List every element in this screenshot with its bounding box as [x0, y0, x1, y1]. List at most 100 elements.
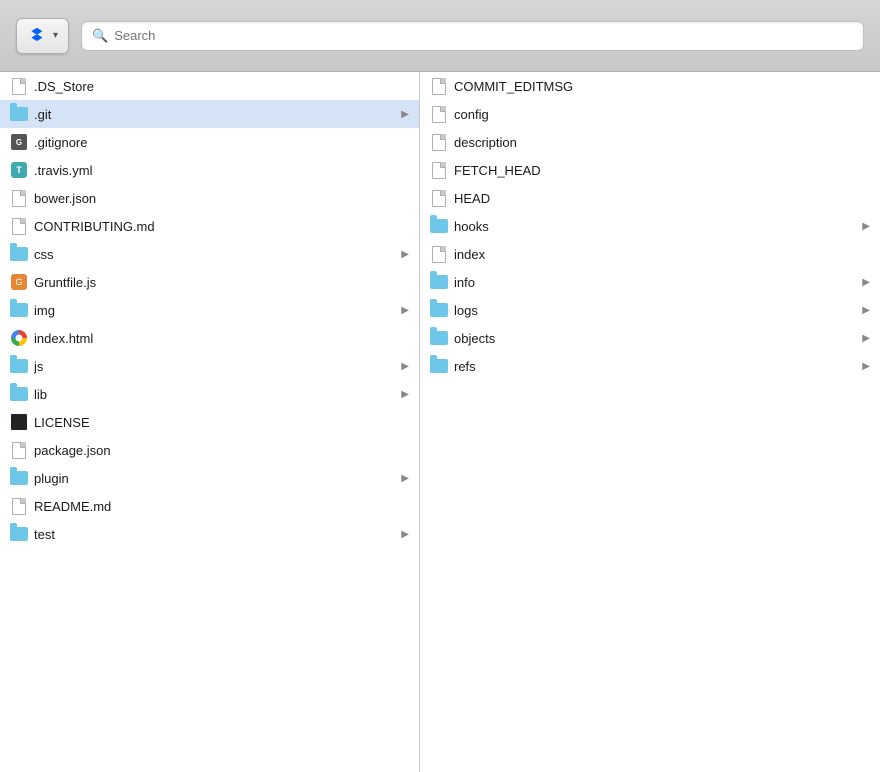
toolbar: ▾ 🔍: [0, 0, 880, 72]
item-name: COMMIT_EDITMSG: [454, 79, 870, 94]
item-icon: [10, 245, 28, 263]
item-icon: [430, 273, 448, 291]
file-icon: [12, 442, 26, 459]
file-icon: [12, 218, 26, 235]
list-item[interactable]: T .travis.yml: [0, 156, 419, 184]
item-icon: [430, 105, 448, 123]
folder-icon: [10, 303, 28, 317]
list-item[interactable]: index: [420, 240, 880, 268]
list-item[interactable]: .DS_Store: [0, 72, 419, 100]
item-icon: [10, 301, 28, 319]
folder-icon: [430, 331, 448, 345]
list-item[interactable]: index.html: [0, 324, 419, 352]
list-item[interactable]: CONTRIBUTING.md: [0, 212, 419, 240]
dropbox-button[interactable]: ▾: [16, 18, 69, 54]
item-icon: [10, 329, 28, 347]
item-name: index.html: [34, 331, 409, 346]
folder-icon: [10, 107, 28, 121]
list-item[interactable]: COMMIT_EDITMSG: [420, 72, 880, 100]
folder-icon: [10, 247, 28, 261]
list-item[interactable]: img ▶: [0, 296, 419, 324]
item-icon: G: [10, 273, 28, 291]
list-item[interactable]: G Gruntfile.js: [0, 268, 419, 296]
chrome-icon: [11, 330, 27, 346]
item-icon: [10, 77, 28, 95]
file-icon: [12, 498, 26, 515]
folder-icon: [10, 387, 28, 401]
search-bar[interactable]: 🔍: [81, 21, 864, 51]
list-item[interactable]: info ▶: [420, 268, 880, 296]
item-name: index: [454, 247, 870, 262]
item-name: description: [454, 135, 870, 150]
folder-icon: [430, 275, 448, 289]
list-item[interactable]: .git ▶: [0, 100, 419, 128]
left-column: .DS_Store .git ▶ G .gitignore T .travis.…: [0, 72, 420, 772]
file-icon: [12, 190, 26, 207]
list-item[interactable]: LICENSE: [0, 408, 419, 436]
file-icon: [432, 106, 446, 123]
item-name: config: [454, 107, 870, 122]
list-item[interactable]: css ▶: [0, 240, 419, 268]
folder-icon: [10, 527, 28, 541]
item-icon: [10, 357, 28, 375]
list-item[interactable]: description: [420, 128, 880, 156]
folder-icon: [10, 359, 28, 373]
list-item[interactable]: FETCH_HEAD: [420, 156, 880, 184]
search-input[interactable]: [114, 28, 853, 43]
travis-icon: T: [11, 162, 27, 178]
chevron-right-icon: ▶: [401, 473, 409, 484]
chevron-right-icon: ▶: [401, 249, 409, 260]
item-icon: [430, 161, 448, 179]
item-icon: [10, 413, 28, 431]
list-item[interactable]: test ▶: [0, 520, 419, 548]
folder-icon: [10, 471, 28, 485]
item-icon: [430, 77, 448, 95]
item-name: .travis.yml: [34, 163, 409, 178]
file-icon: [432, 134, 446, 151]
list-item[interactable]: bower.json: [0, 184, 419, 212]
item-name: hooks: [454, 219, 862, 234]
file-icon: [432, 162, 446, 179]
license-icon: [11, 414, 27, 430]
item-icon: [10, 525, 28, 543]
item-icon: [430, 217, 448, 235]
item-icon: [10, 385, 28, 403]
list-item[interactable]: objects ▶: [420, 324, 880, 352]
chevron-right-icon: ▶: [401, 389, 409, 400]
folder-icon: [430, 303, 448, 317]
chevron-right-icon: ▶: [862, 333, 870, 344]
list-item[interactable]: plugin ▶: [0, 464, 419, 492]
item-icon: [10, 189, 28, 207]
item-icon: [10, 497, 28, 515]
item-name: LICENSE: [34, 415, 409, 430]
list-item[interactable]: hooks ▶: [420, 212, 880, 240]
item-name: .gitignore: [34, 135, 409, 150]
item-icon: [10, 469, 28, 487]
chevron-right-icon: ▶: [401, 305, 409, 316]
list-item[interactable]: refs ▶: [420, 352, 880, 380]
list-item[interactable]: config: [420, 100, 880, 128]
item-icon: [430, 133, 448, 151]
item-name: Gruntfile.js: [34, 275, 409, 290]
list-item[interactable]: HEAD: [420, 184, 880, 212]
item-name: logs: [454, 303, 862, 318]
list-item[interactable]: README.md: [0, 492, 419, 520]
item-name: refs: [454, 359, 862, 374]
item-icon: [430, 301, 448, 319]
file-icon: [12, 78, 26, 95]
dropbox-icon: [27, 25, 49, 47]
item-name: plugin: [34, 471, 401, 486]
item-name: FETCH_HEAD: [454, 163, 870, 178]
list-item[interactable]: package.json: [0, 436, 419, 464]
folder-icon: [430, 219, 448, 233]
list-item[interactable]: G .gitignore: [0, 128, 419, 156]
item-icon: [10, 105, 28, 123]
item-name: bower.json: [34, 191, 409, 206]
item-name: lib: [34, 387, 401, 402]
item-name: README.md: [34, 499, 409, 514]
list-item[interactable]: lib ▶: [0, 380, 419, 408]
file-icon: [432, 246, 446, 263]
list-item[interactable]: logs ▶: [420, 296, 880, 324]
item-name: img: [34, 303, 401, 318]
list-item[interactable]: js ▶: [0, 352, 419, 380]
